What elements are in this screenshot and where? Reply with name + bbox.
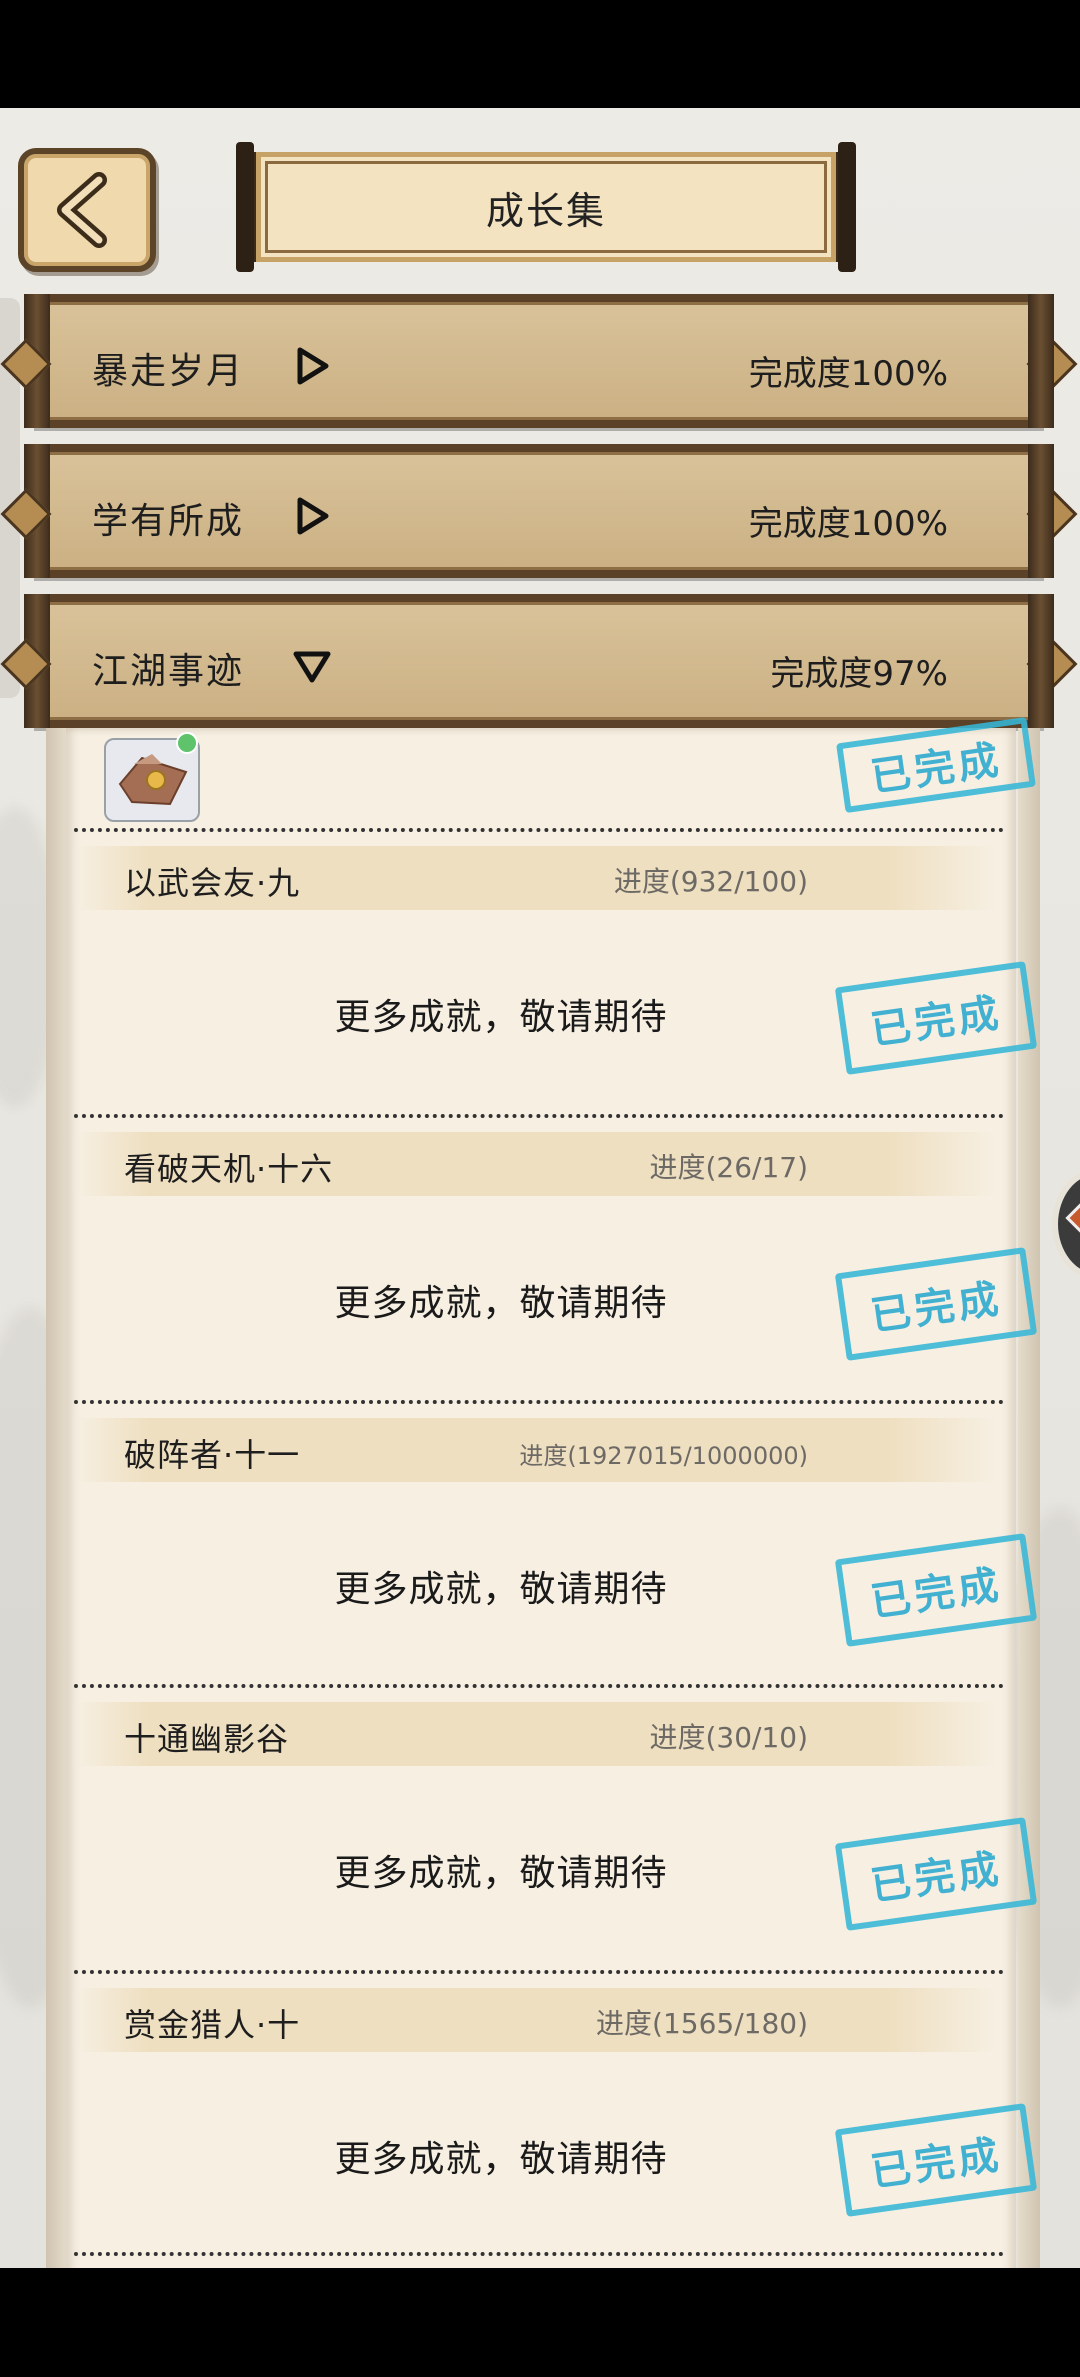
back-arrow-icon bbox=[57, 172, 107, 248]
divider bbox=[74, 1970, 1004, 1974]
achievement-name: 赏金猎人·十 bbox=[124, 2006, 301, 2044]
achievement-name: 破阵者·十一 bbox=[124, 1436, 301, 1474]
category-name: 学有所成 bbox=[92, 501, 245, 542]
scroll-edge-right bbox=[1018, 728, 1040, 2268]
scroll-knob bbox=[1026, 488, 1078, 540]
stamp-text: 已完成 bbox=[867, 2131, 1006, 2196]
floating-assist-button[interactable] bbox=[1052, 1168, 1080, 1280]
down-triangle-icon bbox=[293, 651, 331, 683]
achievement-progress: 进度(1927015/1000000) bbox=[519, 1442, 808, 1470]
title-scroll: 成长集 bbox=[236, 142, 856, 272]
divider bbox=[74, 828, 1004, 832]
stamp-text: 已完成 bbox=[867, 1561, 1006, 1626]
navigation-bar bbox=[0, 2268, 1080, 2377]
achievement-progress: 进度(26/17) bbox=[649, 1151, 808, 1184]
category-header-xueyou[interactable]: 学有所成 完成度100% bbox=[0, 444, 1078, 578]
cloth-reward-icon bbox=[118, 754, 188, 806]
achievement-screen: 成长集 暴走岁月 完成度100% 学有所成 完成度100% 江湖事迹 完成度97… bbox=[0, 108, 1080, 2268]
scroll-knob bbox=[1026, 638, 1078, 690]
category-header-jianghu[interactable]: 江湖事迹 完成度97% bbox=[0, 594, 1078, 728]
status-bar bbox=[0, 0, 1080, 108]
category-progress: 完成度97% bbox=[770, 654, 948, 694]
category-name: 暴走岁月 bbox=[92, 351, 245, 392]
stamp-text: 已完成 bbox=[867, 989, 1006, 1054]
new-badge bbox=[176, 732, 198, 754]
achievement-name: 看破天机·十六 bbox=[124, 1150, 334, 1188]
divider bbox=[74, 1684, 1004, 1688]
achievement-name: 十通幽影谷 bbox=[124, 1720, 290, 1758]
achievement-progress: 进度(932/100) bbox=[613, 865, 808, 898]
coming-soon-label: 更多成就，敬请期待 bbox=[334, 1853, 668, 1894]
coming-soon-label: 更多成就，敬请期待 bbox=[334, 2139, 668, 2180]
coming-soon-label: 更多成就，敬请期待 bbox=[334, 1569, 668, 1610]
achievement-name: 以武会友·九 bbox=[124, 864, 301, 902]
category-progress: 完成度100% bbox=[748, 504, 948, 544]
page-title: 成长集 bbox=[485, 188, 606, 233]
play-triangle-icon bbox=[297, 497, 329, 535]
stamp-text: 已完成 bbox=[867, 1845, 1006, 1910]
scroll-edge-left bbox=[46, 728, 68, 2268]
achievement-progress: 进度(30/10) bbox=[649, 1721, 808, 1754]
divider bbox=[74, 1400, 1004, 1404]
back-button[interactable] bbox=[18, 148, 156, 272]
category-progress: 完成度100% bbox=[748, 354, 948, 394]
divider bbox=[74, 2252, 1004, 2256]
achievement-progress: 进度(1565/180) bbox=[596, 2007, 808, 2040]
stamp-text: 已完成 bbox=[867, 1275, 1006, 1340]
play-triangle-icon bbox=[297, 347, 329, 385]
category-header-baozou[interactable]: 暴走岁月 完成度100% bbox=[0, 294, 1078, 428]
stamp-text: 已完成 bbox=[867, 736, 1006, 801]
category-name: 江湖事迹 bbox=[92, 651, 245, 692]
coming-soon-label: 更多成就，敬请期待 bbox=[334, 1283, 668, 1324]
coming-soon-label: 更多成就，敬请期待 bbox=[334, 997, 668, 1038]
divider bbox=[74, 1114, 1004, 1118]
scroll-knob bbox=[1026, 338, 1078, 390]
